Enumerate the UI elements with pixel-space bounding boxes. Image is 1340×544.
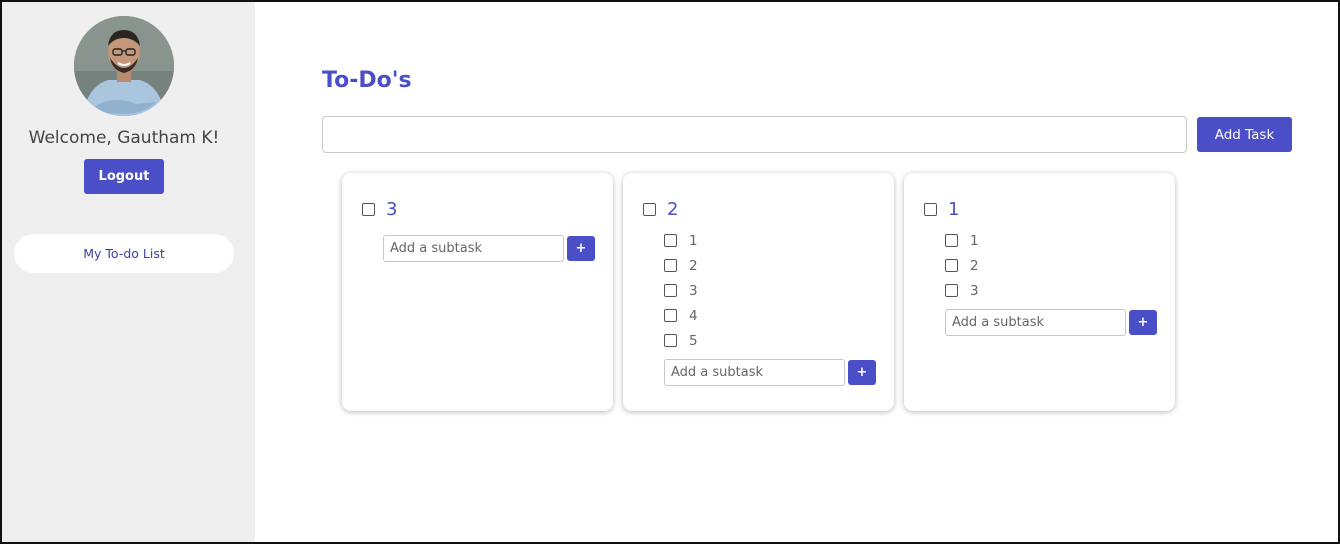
subtask-checkbox[interactable] (664, 259, 677, 272)
subtask-item: 3 (664, 278, 876, 303)
subtask-item: 1 (664, 228, 876, 253)
subtask-input[interactable] (383, 235, 564, 262)
subtask-label: 1 (970, 232, 979, 249)
subtask-input-row: + (945, 309, 1157, 336)
task-title: 1 (948, 199, 960, 220)
task-header: 3 (362, 199, 397, 220)
subtask-label: 3 (689, 282, 698, 299)
task-title: 2 (667, 199, 679, 220)
task-checkbox[interactable] (643, 203, 656, 216)
subtask-input[interactable] (945, 309, 1126, 336)
task-header: 2 (643, 199, 678, 220)
subtask-item: 2 (945, 253, 1157, 278)
subtask-checkbox[interactable] (664, 234, 677, 247)
subtask-item: 2 (664, 253, 876, 278)
subtask-list: 1 2 3 + (945, 228, 1157, 336)
task-card: 1 1 2 3 + (904, 173, 1175, 411)
subtask-label: 1 (689, 232, 698, 249)
subtask-checkbox[interactable] (664, 309, 677, 322)
subtask-label: 2 (689, 257, 698, 274)
add-task-button[interactable]: Add Task (1197, 117, 1292, 152)
subtask-item: 1 (945, 228, 1157, 253)
subtask-label: 5 (689, 332, 698, 349)
sidebar-item-my-todo-list[interactable]: My To-do List (14, 234, 234, 273)
subtask-checkbox[interactable] (945, 284, 958, 297)
subtask-list: 1 2 3 4 5 Add a subtask + (664, 228, 876, 386)
subtask-input-row: + (383, 235, 595, 262)
subtask-checkbox[interactable] (945, 259, 958, 272)
welcome-text: Welcome, Gautham K! (28, 128, 220, 148)
subtask-checkbox[interactable] (664, 334, 677, 347)
app-window: Welcome, Gautham K! Logout My To-do List… (0, 0, 1340, 544)
subtask-checkbox[interactable] (664, 284, 677, 297)
subtask-label: 3 (970, 282, 979, 299)
user-photo-icon (74, 16, 174, 116)
avatar (74, 16, 174, 116)
logout-button[interactable]: Logout (84, 159, 164, 194)
task-checkbox[interactable] (924, 203, 937, 216)
add-subtask-button[interactable]: + (567, 236, 595, 261)
new-task-input[interactable] (322, 116, 1187, 153)
task-header: 1 (924, 199, 959, 220)
subtask-checkbox[interactable] (945, 234, 958, 247)
subtask-label: 4 (689, 307, 698, 324)
add-subtask-button[interactable]: + (848, 360, 876, 385)
subtask-input[interactable] (664, 359, 845, 386)
task-title: 3 (386, 199, 398, 220)
task-card: 2 1 2 3 4 5 Add a subtask + (623, 173, 894, 411)
subtask-item: 4 (664, 303, 876, 328)
task-card: 3 + (342, 173, 613, 411)
add-subtask-button[interactable]: + (1129, 310, 1157, 335)
sidebar: Welcome, Gautham K! Logout My To-do List (2, 2, 255, 542)
task-checkbox[interactable] (362, 203, 375, 216)
subtask-label: 2 (970, 257, 979, 274)
subtask-item: 3 (945, 278, 1157, 303)
subtask-item: 5 (664, 328, 876, 353)
subtask-input-row: + (664, 359, 876, 386)
subtask-list: + (383, 228, 595, 262)
page-title: To-Do's (322, 68, 412, 93)
